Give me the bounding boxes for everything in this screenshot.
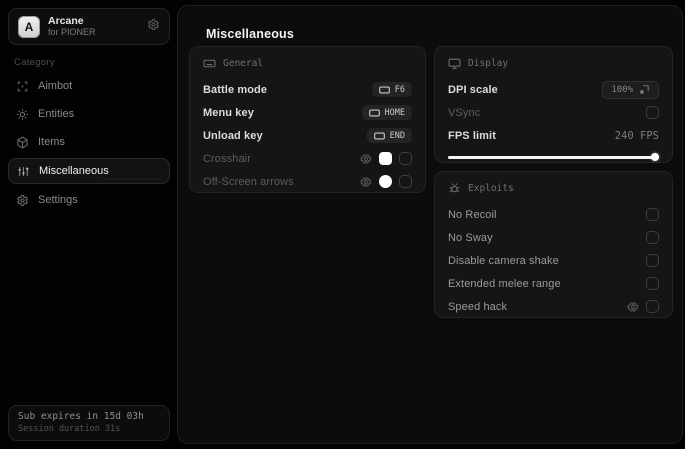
fps-limit-slider[interactable] — [448, 153, 659, 161]
setting-row-no-recoil: No Recoil — [448, 203, 659, 226]
setting-row-vsync: VSync — [448, 101, 659, 124]
main-content: Miscellaneous General Battle mode F6 Men… — [177, 5, 683, 444]
setting-label: No Recoil — [448, 208, 497, 221]
app-window: A Arcane for PIONER Category Aimbot Enti… — [0, 0, 685, 449]
setting-label: VSync — [448, 106, 481, 119]
sub-expiry-text: Sub expires in 15d 03h — [18, 411, 144, 422]
vsync-checkbox[interactable] — [646, 106, 659, 119]
scale-icon — [640, 85, 649, 94]
setting-row-no-sway: No Sway — [448, 226, 659, 249]
bug-icon — [448, 182, 461, 195]
setting-label: Speed hack — [448, 300, 508, 313]
setting-label: Menu key — [203, 106, 254, 119]
fps-slider-fill — [448, 156, 659, 159]
sidebar-item-label: Settings — [38, 194, 78, 206]
sidebar-item-label: Miscellaneous — [39, 165, 109, 177]
setting-row-battle-mode: Battle mode F6 — [203, 78, 412, 101]
slider-handle[interactable] — [651, 153, 659, 161]
gear-icon — [16, 194, 29, 207]
cube-icon — [16, 135, 29, 149]
keybind-value: END — [389, 130, 405, 141]
category-label: Category — [14, 57, 55, 68]
crosshair-icon — [16, 80, 29, 93]
app-name: Arcane — [48, 15, 84, 28]
app-titles: Arcane for PIONER — [48, 15, 147, 37]
sidebar-item-label: Aimbot — [38, 80, 73, 92]
marquee-dots — [101, 178, 159, 180]
panel-exploits: Exploits No Recoil No Sway Disable camer… — [434, 171, 673, 318]
panel-exploits-header: Exploits — [448, 182, 659, 195]
setting-label: Battle mode — [203, 83, 268, 96]
color-swatch[interactable] — [379, 152, 392, 165]
setting-label: Extended melee range — [448, 277, 561, 290]
setting-label: Off-Screen arrows — [203, 175, 294, 188]
sidebar-header-card: A Arcane for PIONER — [8, 8, 170, 45]
no-recoil-checkbox[interactable] — [646, 208, 659, 221]
sidebar-item-label: Items — [38, 136, 65, 148]
setting-row-disable-camera-shake: Disable camera shake — [448, 249, 659, 272]
setting-row-fps-limit: FPS limit 240 FPS — [448, 124, 659, 147]
speed-hack-checkbox[interactable] — [646, 300, 659, 313]
gear-icon[interactable] — [360, 176, 372, 188]
setting-row-menu-key: Menu key HOME — [203, 101, 412, 124]
extended-melee-range-checkbox[interactable] — [646, 277, 659, 290]
sidebar-item-label: Entities — [38, 108, 75, 120]
gear-icon[interactable] — [627, 301, 639, 313]
setting-label: Crosshair — [203, 152, 251, 165]
dpi-scale-value: 100% — [611, 84, 633, 95]
entities-icon — [16, 108, 29, 121]
setting-row-offscreen-arrows: Off-Screen arrows — [203, 170, 412, 193]
setting-label: No Sway — [448, 231, 493, 244]
color-swatch[interactable] — [379, 175, 392, 188]
gear-icon[interactable] — [147, 18, 160, 36]
keybind-value: F6 — [394, 84, 405, 95]
no-sway-checkbox[interactable] — [646, 231, 659, 244]
offscreen-arrows-checkbox[interactable] — [399, 175, 412, 188]
setting-label: Disable camera shake — [448, 254, 559, 267]
keybind-value: HOME — [384, 107, 405, 118]
setting-row-crosshair: Crosshair — [203, 147, 412, 170]
panel-title: Exploits — [468, 183, 514, 194]
app-subtitle: for PIONER — [48, 27, 96, 38]
equalizer-icon — [17, 165, 30, 178]
panel-display: Display DPI scale 100% VSync FPS limit 2… — [434, 46, 673, 163]
setting-row-extended-melee-range: Extended melee range — [448, 272, 659, 295]
sidebar-item-aimbot[interactable]: Aimbot — [8, 74, 170, 98]
gear-icon[interactable] — [360, 153, 372, 165]
panel-title: General — [223, 58, 264, 69]
session-duration-text: Session duration 31s — [18, 424, 121, 434]
setting-label: Unload key — [203, 129, 263, 142]
dpi-scale-select[interactable]: 100% — [602, 80, 659, 99]
monitor-icon — [448, 57, 461, 70]
fps-limit-value: 240 FPS — [614, 129, 659, 142]
setting-row-dpi-scale: DPI scale 100% — [448, 78, 659, 101]
subscription-info-card: Sub expires in 15d 03h Session duration … — [8, 405, 170, 441]
panel-title: Display — [468, 58, 509, 69]
page-title: Miscellaneous — [206, 27, 295, 41]
sidebar-item-settings[interactable]: Settings — [8, 188, 170, 212]
setting-row-unload-key: Unload key END — [203, 124, 412, 147]
panel-general: General Battle mode F6 Menu key HOME Unl… — [189, 46, 426, 193]
sidebar-item-miscellaneous[interactable]: Miscellaneous — [8, 158, 170, 184]
crosshair-checkbox[interactable] — [399, 152, 412, 165]
keybind-button[interactable]: HOME — [361, 105, 412, 120]
keybind-button[interactable]: END — [366, 128, 412, 143]
panel-display-header: Display — [448, 57, 659, 70]
setting-label: FPS limit — [448, 129, 496, 142]
setting-label: DPI scale — [448, 83, 498, 96]
setting-row-speed-hack: Speed hack — [448, 295, 659, 318]
keyboard-icon — [203, 57, 216, 70]
sidebar-item-items[interactable]: Items — [8, 130, 170, 154]
disable-camera-shake-checkbox[interactable] — [646, 254, 659, 267]
sidebar: A Arcane for PIONER Category Aimbot Enti… — [0, 0, 176, 449]
panel-general-header: General — [203, 57, 412, 70]
sidebar-item-entities[interactable]: Entities — [8, 102, 170, 126]
app-logo: A — [18, 15, 40, 38]
keybind-button[interactable]: F6 — [371, 82, 412, 97]
sidebar-nav: Aimbot Entities Items Miscellaneous Sett… — [8, 72, 170, 216]
